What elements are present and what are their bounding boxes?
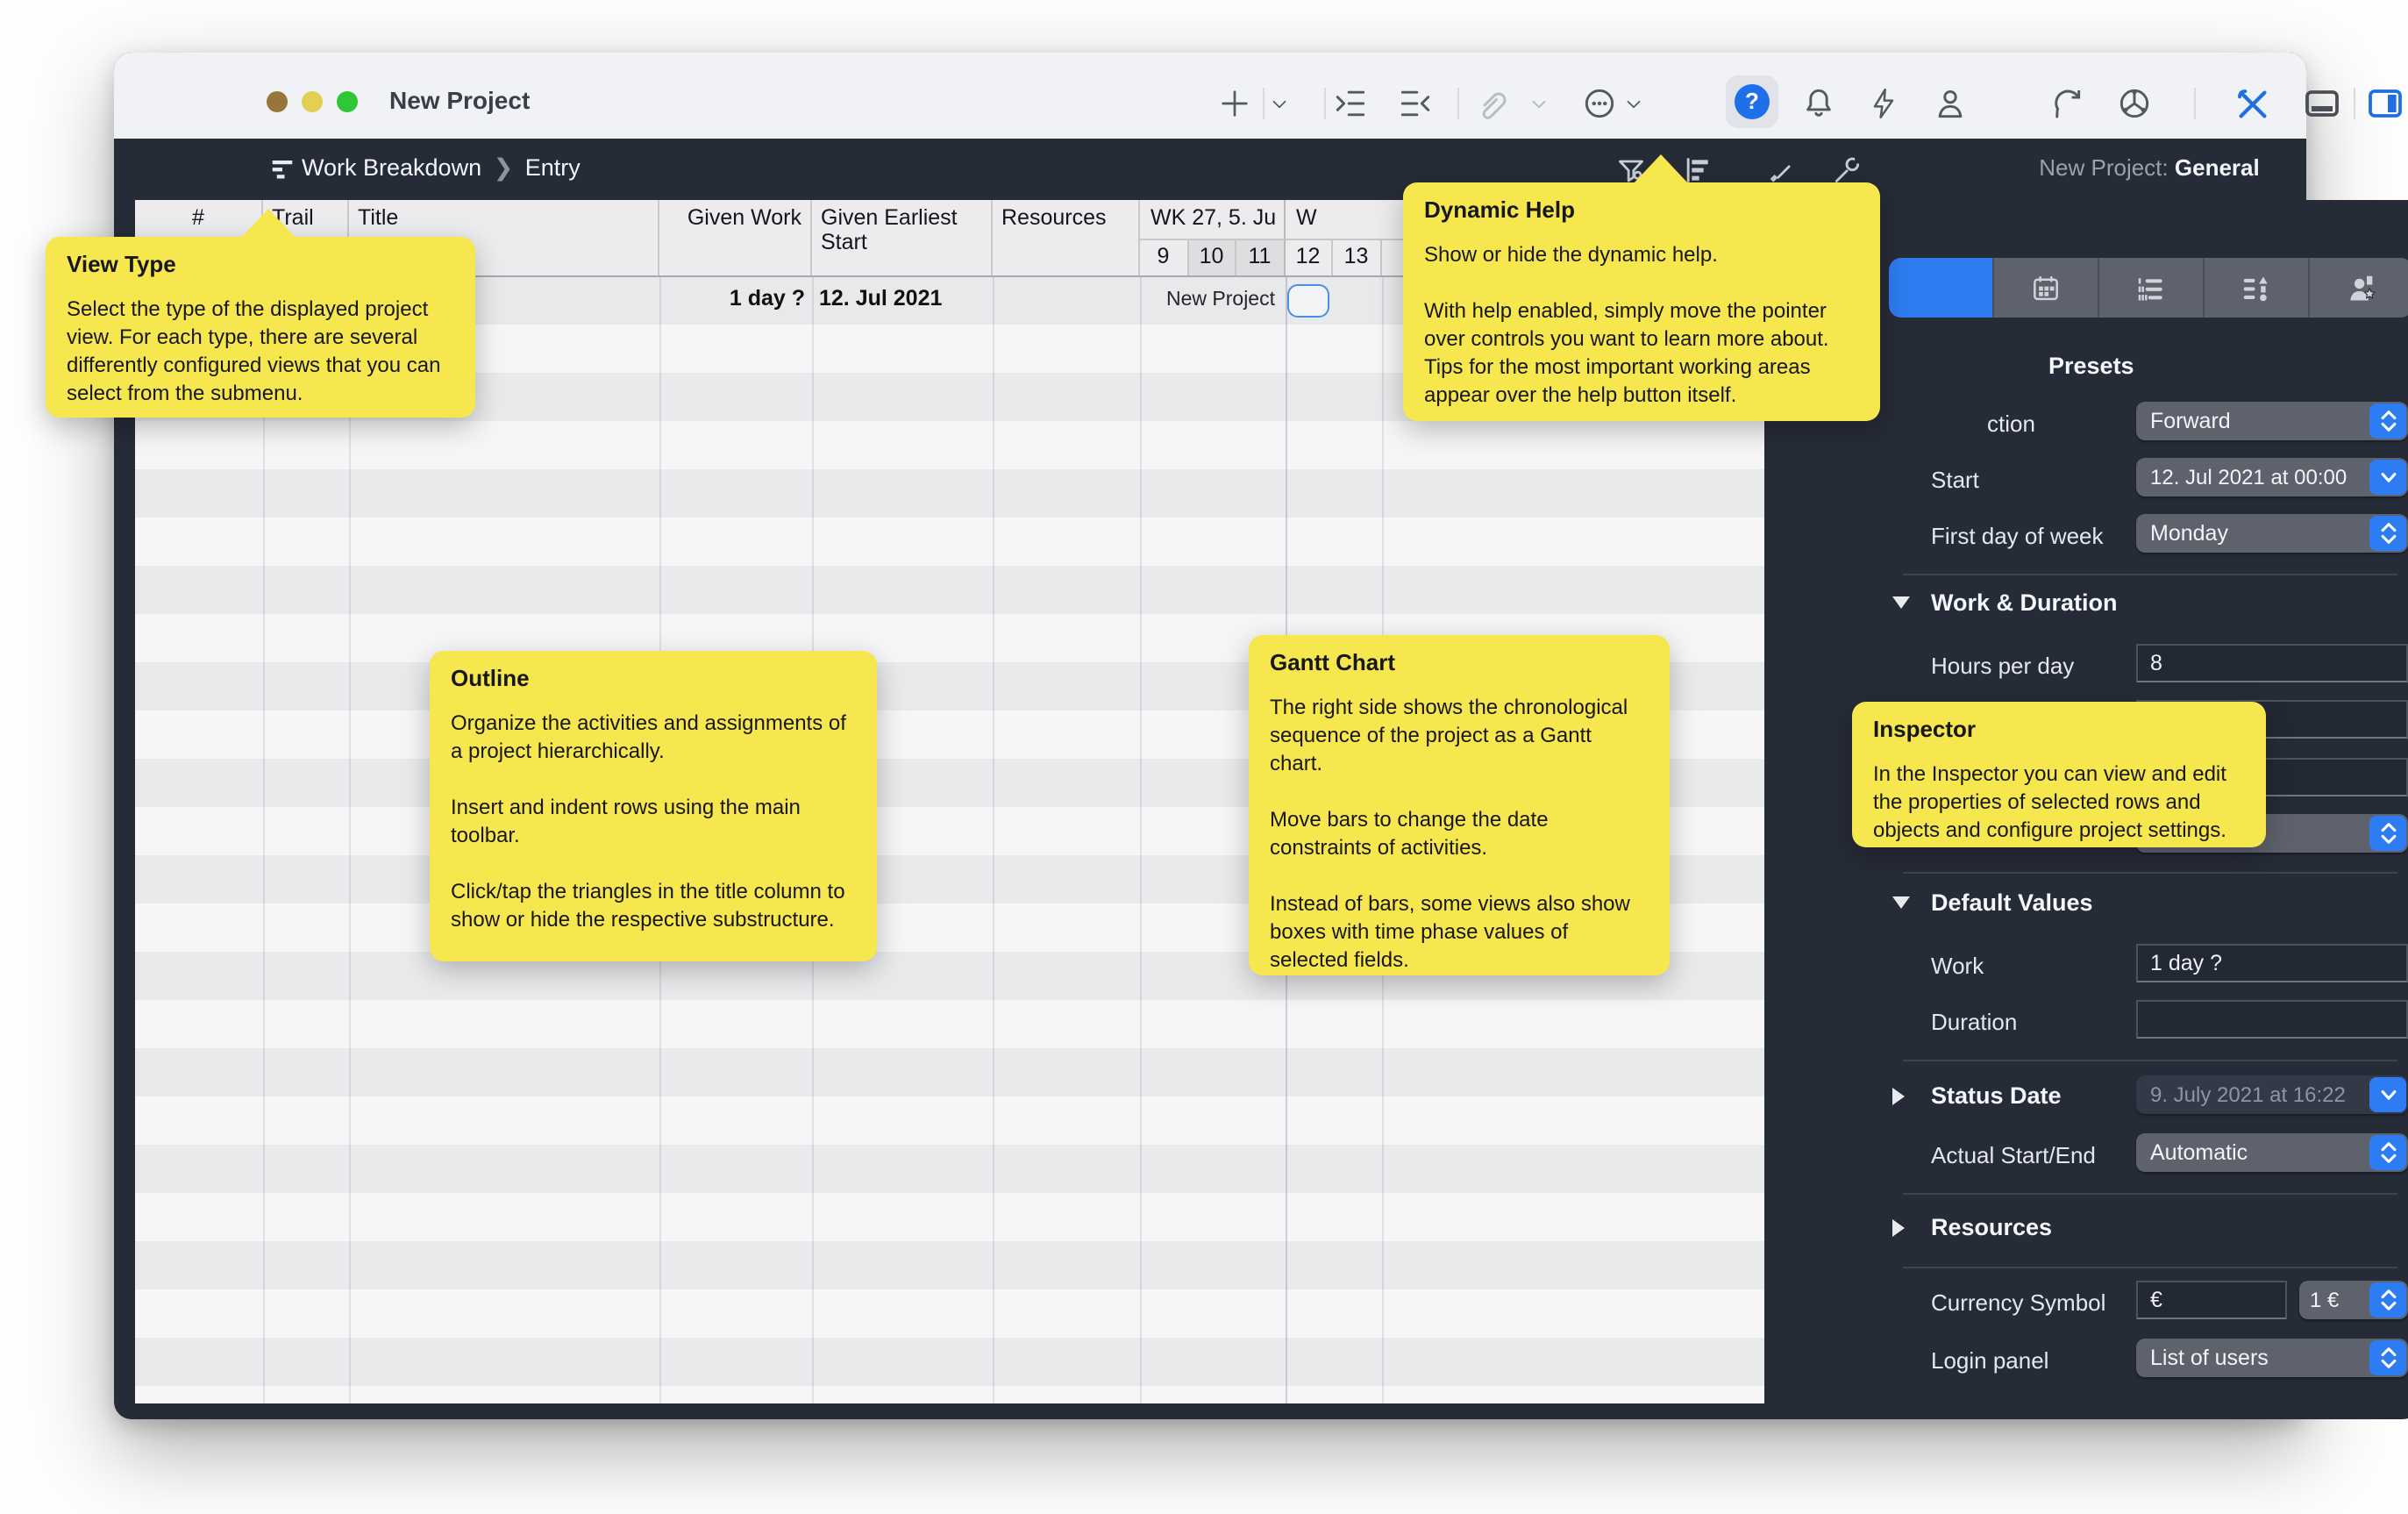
actual-start-end-label: Actual Start/End	[1931, 1142, 2096, 1168]
currency-symbol-field[interactable]: €	[2136, 1281, 2287, 1319]
currency-symbol-label: Currency Symbol	[1931, 1289, 2105, 1316]
gantt-day: 13	[1333, 240, 1381, 275]
column-header-resources[interactable]: Resources	[993, 200, 1140, 275]
title-bar: New Project	[114, 53, 2306, 139]
dynamic-help-tooltip-arrow	[1633, 154, 1689, 184]
network-globe-icon[interactable]	[2115, 82, 2154, 125]
inspector-tooltip: Inspector In the Inspector you can view …	[1852, 702, 2266, 847]
outdent-button[interactable]	[1396, 82, 1435, 125]
settings-tools-icon[interactable]	[2233, 82, 2273, 125]
activity-bolt-icon[interactable]	[1866, 82, 1901, 125]
first-day-of-week-popup[interactable]: Monday	[2136, 514, 2408, 553]
duration-label: Duration	[1931, 1009, 2017, 1035]
section-work-duration[interactable]: Work & Duration	[1931, 589, 2118, 616]
actual-start-end-popup[interactable]: Automatic	[2136, 1133, 2408, 1172]
chevron-down-icon[interactable]	[2369, 460, 2406, 495]
breadcrumb-separator: ❯	[488, 154, 519, 181]
indent-button[interactable]	[1331, 82, 1370, 125]
status-date-label[interactable]: Status Date	[1931, 1082, 2062, 1109]
attachment-chevron-icon[interactable]	[1528, 82, 1550, 125]
gantt-day: 12	[1285, 240, 1333, 275]
stepper-icon[interactable]	[2369, 816, 2406, 851]
breadcrumb-path[interactable]: Work Breakdown	[302, 154, 481, 181]
login-panel-label: Login panel	[1931, 1347, 2048, 1374]
dynamic-help-button[interactable]: ?	[1735, 84, 1770, 119]
breadcrumb[interactable]: Work Breakdown ❯ Entry	[302, 154, 581, 182]
hours-per-day-field[interactable]: 8	[2136, 644, 2408, 682]
dynamic-help-tooltip: Dynamic Help Show or hide the dynamic he…	[1403, 182, 1880, 421]
add-row-button[interactable]	[1217, 82, 1252, 125]
duration-field[interactable]	[2136, 1000, 2408, 1039]
work-field[interactable]: 1 day ?	[2136, 944, 2408, 982]
inspector-tab-bar	[1889, 258, 2408, 318]
stepper-icon[interactable]	[2369, 1282, 2406, 1318]
user-icon[interactable]	[1931, 82, 1970, 125]
gantt-day-weekend: 11	[1236, 240, 1285, 275]
inspector-title: New Project: General	[1878, 154, 2408, 181]
breadcrumb-current[interactable]: Entry	[525, 154, 581, 181]
numbered-list-icon	[2134, 271, 2168, 304]
gantt-day-weekend: 10	[1188, 240, 1236, 275]
attachment-icon[interactable]	[1473, 82, 1510, 125]
stepper-icon[interactable]	[2369, 403, 2406, 439]
stepper-icon[interactable]	[2369, 1340, 2406, 1375]
view-bar: Work Breakdown ❯ Entry New Project: Gene…	[114, 139, 2306, 200]
row-given-earliest-start[interactable]: 12. Jul 2021	[819, 286, 942, 311]
column-header-given-earliest-start[interactable]: Given Earliest Start	[812, 200, 993, 275]
section-default-values[interactable]: Default Values	[1931, 889, 2093, 916]
tab-calendar[interactable]	[1994, 258, 2099, 318]
gantt-day: 9	[1140, 240, 1188, 275]
direction-label: ction	[1987, 411, 2035, 437]
gantt-chart-tooltip: Gantt Chart The right side shows the chr…	[1249, 635, 1670, 975]
column-header-given-work[interactable]: Given Work	[659, 200, 812, 275]
currency-unit-popup[interactable]: 1 €	[2299, 1281, 2408, 1319]
chevron-down-icon[interactable]	[2369, 1077, 2406, 1112]
zoom-button[interactable]	[337, 91, 358, 112]
list-shapes-icon	[2240, 271, 2273, 304]
calendar-icon	[2029, 271, 2062, 304]
window-title: New Project	[389, 86, 530, 114]
more-actions-button[interactable]	[1580, 82, 1619, 125]
login-panel-popup[interactable]: List of users	[2136, 1339, 2408, 1377]
first-day-of-week-label: First day of week	[1931, 523, 2104, 549]
direction-popup[interactable]: Forward	[2136, 402, 2408, 440]
minimize-button[interactable]	[302, 91, 323, 112]
view-type-tooltip-arrow	[240, 209, 296, 239]
stepper-icon[interactable]	[2369, 516, 2406, 551]
gantt-week-current: WK 27, 5. Ju	[1140, 200, 1285, 240]
view-type-tooltip: View Type Select the type of the display…	[46, 237, 475, 418]
gantt-bar[interactable]	[1287, 283, 1329, 317]
inspector-sidebar-toggle-icon[interactable]	[2364, 82, 2406, 125]
notifications-bell-icon[interactable]	[1799, 82, 1838, 125]
tab-styles[interactable]	[2205, 258, 2310, 318]
person-star-icon	[2345, 271, 2378, 304]
tab-general[interactable]	[1889, 258, 1994, 318]
view-type-icon[interactable]	[268, 156, 296, 182]
section-presets[interactable]: Presets	[2048, 353, 2134, 379]
sync-icon[interactable]	[2048, 82, 2087, 125]
bottom-panel-toggle-icon[interactable]	[2301, 82, 2343, 125]
status-date-dropdown[interactable]: 9. July 2021 at 16:22	[2136, 1075, 2408, 1114]
work-label: Work	[1931, 953, 1984, 979]
desktop: New Project	[0, 0, 2408, 1514]
add-options-chevron-icon[interactable]	[1268, 82, 1291, 125]
hours-per-day-label: Hours per day	[1931, 653, 2074, 679]
stepper-icon[interactable]	[2369, 1135, 2406, 1170]
outline-tooltip: Outline Organize the activities and assi…	[430, 651, 877, 961]
start-label: Start	[1931, 467, 1979, 493]
tab-resources[interactable]	[2310, 258, 2408, 318]
row-given-work[interactable]: 1 day ?	[659, 286, 805, 311]
tab-outline-levels[interactable]	[2099, 258, 2205, 318]
more-actions-chevron-icon[interactable]	[1622, 82, 1645, 125]
close-button[interactable]	[267, 91, 288, 112]
section-resources[interactable]: Resources	[1931, 1214, 2052, 1240]
start-date-dropdown[interactable]: 12. Jul 2021 at 00:00	[2136, 458, 2408, 496]
